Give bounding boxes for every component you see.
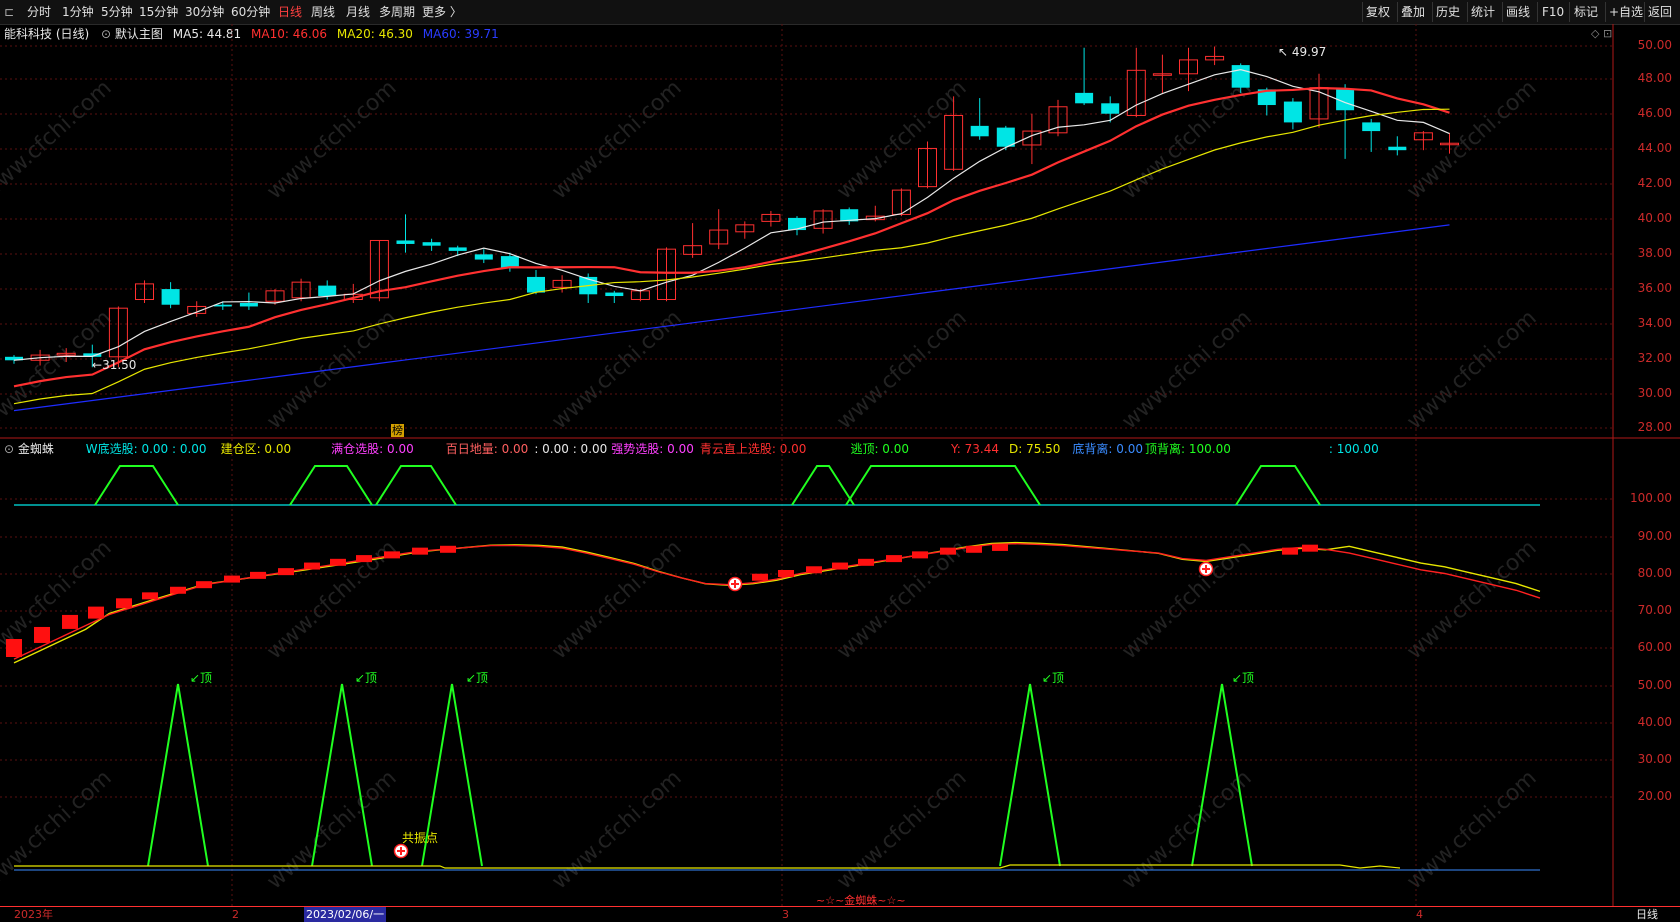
top-signal-label: ↙顶: [355, 671, 378, 685]
watermark-text: www.cfchi.com: [832, 306, 971, 435]
trend-block: [1302, 544, 1318, 552]
trend-block: [940, 547, 956, 555]
trend-block: [142, 592, 158, 600]
top-signal-spike: [147, 683, 209, 867]
trend-block: [886, 555, 902, 563]
candle-body: [448, 247, 467, 251]
trend-block: [912, 551, 928, 559]
watermark-text: www.cfchi.com: [0, 76, 117, 205]
candle-body: [1283, 101, 1302, 123]
trend-block: [832, 562, 848, 570]
resonance-label: 共振点: [402, 831, 439, 845]
candle-body: [1231, 65, 1250, 88]
candle-body: [1362, 122, 1381, 132]
time-label-apr: 4: [1416, 908, 1423, 921]
low-price-marker: ←31.50: [92, 358, 137, 372]
watermark-text: www.cfchi.com: [832, 76, 971, 205]
time-label-year: 2023年: [14, 908, 53, 921]
top-signal-spike: [999, 683, 1061, 867]
candle-body: [318, 285, 337, 297]
trend-block: [330, 558, 346, 566]
candle-body: [422, 242, 441, 246]
top-signal-label: ↙顶: [1232, 671, 1255, 685]
candle-body: [605, 292, 624, 297]
watermark-text: www.cfchi.com: [1117, 766, 1256, 895]
trend-block: [88, 606, 104, 619]
time-label-mar: 3: [782, 908, 789, 921]
escape-top-plateau: [1235, 465, 1321, 506]
watermark-text: www.cfchi.com: [262, 536, 401, 665]
watermark-text: www.cfchi.com: [262, 76, 401, 205]
candle-body: [1101, 103, 1120, 114]
kline-chart[interactable]: www.cfchi.com www.cfchi.com www.cfchi.com w…: [0, 0, 1680, 921]
event-badge[interactable]: 榜: [391, 424, 404, 437]
trend-block: [778, 570, 794, 577]
trend-block: [966, 545, 982, 553]
trend-block: [384, 551, 400, 559]
trend-block: [1282, 547, 1298, 555]
top-signal-label: ↙顶: [466, 671, 489, 685]
ma20-line: [13, 108, 1450, 405]
candle-body: [239, 302, 258, 307]
trend-block: [278, 568, 294, 576]
watermark-text: www.cfchi.com: [547, 306, 686, 435]
trend-block: [62, 614, 78, 629]
high-price-marker: ↖ 49.97: [1278, 45, 1327, 59]
watermark-text: www.cfchi.com: [0, 766, 117, 895]
trend-block: [412, 547, 428, 555]
candle-body: [788, 217, 806, 231]
candle-body: [527, 276, 545, 293]
trend-block: [116, 598, 132, 609]
candle-body: [396, 240, 415, 244]
cursor-date-label: 2023/02/06/一: [304, 907, 387, 922]
trend-block: [170, 586, 186, 594]
watermark-text: www.cfchi.com: [1117, 306, 1256, 435]
time-axis: 2023年 2 2023/02/06/一 3 4 日线: [0, 906, 1680, 922]
top-signal-label: ↙顶: [1042, 671, 1065, 685]
trend-block: [224, 575, 240, 583]
trend-block: [34, 626, 50, 643]
trend-block: [304, 562, 320, 570]
period-label[interactable]: 日线: [1636, 907, 1658, 922]
d-line: [13, 541, 1541, 664]
trend-block: [6, 639, 22, 657]
accumulation-line: [14, 864, 1401, 869]
watermark-text: www.cfchi.com: [547, 766, 686, 895]
candle-body: [970, 125, 989, 137]
footer-indicator-label: ~☆~金蜘蛛~☆~: [816, 894, 906, 907]
candle-body: [474, 254, 493, 260]
trend-block: [992, 543, 1008, 551]
trend-block: [858, 558, 874, 566]
watermark-text: www.cfchi.com: [1117, 536, 1256, 665]
trend-block: [356, 555, 372, 563]
watermark-text: www.cfchi.com: [1402, 536, 1541, 665]
watermark-text: www.cfchi.com: [832, 536, 971, 665]
trend-block: [196, 581, 212, 589]
trend-block: [752, 573, 768, 581]
candle-body: [996, 127, 1015, 147]
watermark-text: www.cfchi.com: [832, 766, 971, 895]
trend-block: [440, 545, 456, 553]
candle-body: [161, 289, 180, 305]
trend-block: [250, 571, 266, 579]
trend-block: [806, 566, 822, 574]
watermark-text: www.cfchi.com: [1402, 766, 1541, 895]
watermark-text: www.cfchi.com: [547, 536, 686, 665]
time-label-feb: 2: [232, 908, 239, 921]
watermark-text: www.cfchi.com: [547, 76, 686, 205]
watermark-text: www.cfchi.com: [262, 766, 401, 895]
watermark-text: www.cfchi.com: [1402, 306, 1541, 435]
candle-body: [1075, 92, 1094, 104]
candle-body: [1388, 146, 1407, 151]
y-line: [13, 542, 1541, 660]
top-signal-label: ↙顶: [190, 671, 213, 685]
